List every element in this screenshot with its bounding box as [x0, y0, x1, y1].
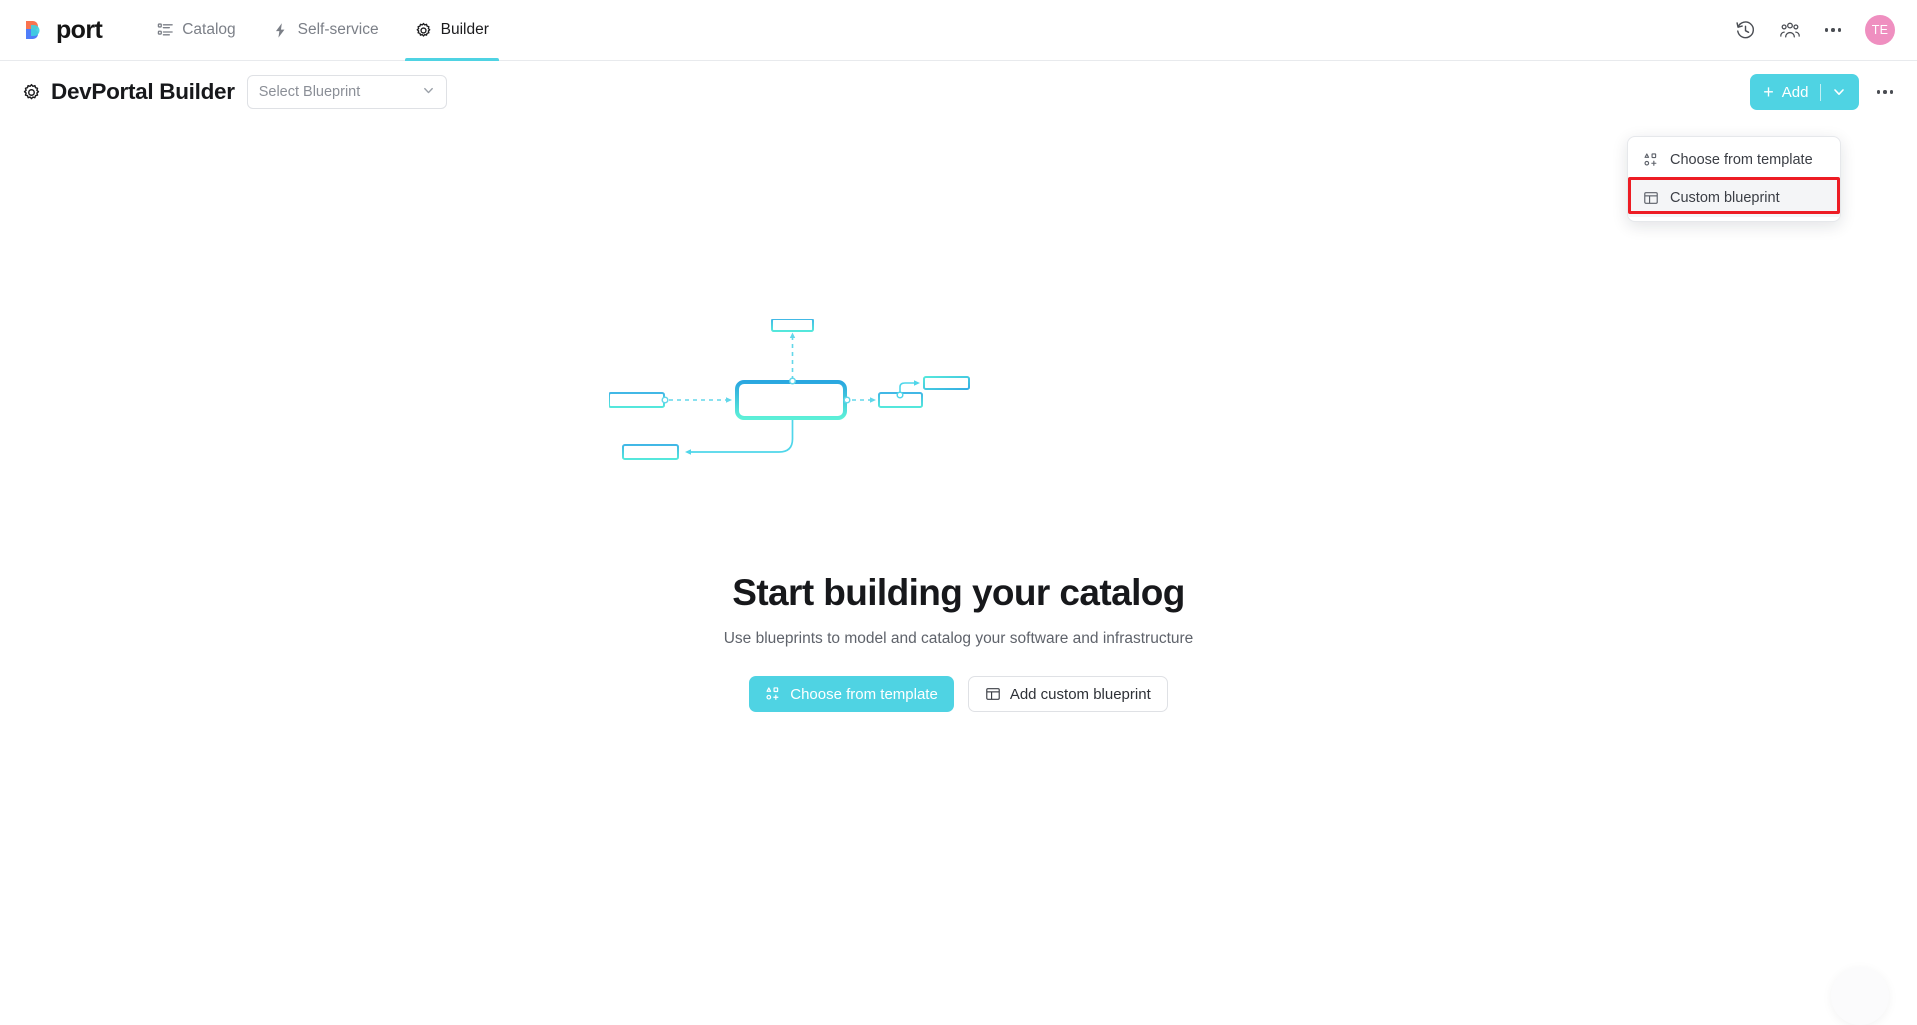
template-shapes-icon [765, 686, 781, 702]
template-shapes-icon [1642, 152, 1659, 169]
chevron-down-icon [422, 84, 435, 101]
choose-from-template-button[interactable]: Choose from template [749, 676, 954, 712]
page-header: DevPortal Builder Select Blueprint + Add [0, 61, 1917, 123]
page-header-actions: + Add [1750, 74, 1895, 110]
add-button[interactable]: + Add [1750, 74, 1858, 110]
plus-icon: + [1763, 83, 1774, 101]
nav-item-builder-label: Builder [441, 21, 489, 39]
nav-item-builder[interactable]: Builder [397, 0, 507, 61]
more-horizontal-icon[interactable] [1823, 22, 1844, 38]
blueprint-select-value: Select Blueprint [259, 84, 361, 100]
port-logo[interactable]: port [22, 0, 102, 60]
dropdown-item-choose-from-template[interactable]: Choose from template [1628, 141, 1840, 179]
add-button-label: Add [1782, 84, 1809, 101]
add-button-divider [1820, 84, 1821, 101]
blueprint-select[interactable]: Select Blueprint [247, 75, 447, 109]
main-content: Start building your catalog Use blueprin… [0, 123, 1917, 997]
add-custom-blueprint-button[interactable]: Add custom blueprint [968, 676, 1168, 712]
layout-panel-icon [1642, 190, 1659, 207]
add-dropdown-menu: Choose from template Custom blueprint [1627, 136, 1841, 222]
port-logo-mark [22, 17, 48, 43]
nav-item-catalog-label: Catalog [182, 21, 235, 39]
avatar[interactable]: TE [1865, 15, 1895, 45]
history-clock-icon[interactable] [1735, 19, 1757, 41]
list-icon [156, 21, 174, 39]
dropdown-item-choose-from-template-label: Choose from template [1670, 152, 1813, 168]
empty-state-subtitle: Use blueprints to model and catalog your… [724, 630, 1194, 648]
dropdown-item-custom-blueprint-label: Custom blueprint [1670, 190, 1780, 206]
lightning-icon [272, 21, 290, 39]
page-more-options-icon[interactable] [1875, 84, 1896, 100]
dropdown-item-custom-blueprint[interactable]: Custom blueprint [1628, 179, 1840, 217]
top-nav-actions: TE [1735, 15, 1896, 45]
page-title: DevPortal Builder [51, 79, 235, 105]
layout-panel-icon [985, 686, 1001, 702]
gear-icon [22, 83, 41, 102]
primary-nav: Catalog Self-service Builder [138, 0, 507, 61]
nav-item-self-service-label: Self-service [298, 21, 379, 39]
support-chat-bubble[interactable] [1831, 967, 1889, 1025]
blueprint-graph-illustration [609, 319, 1309, 544]
port-logo-text: port [56, 18, 102, 43]
top-navigation-bar: port Catalog Self-servi [0, 0, 1917, 61]
empty-state-headline: Start building your catalog [732, 572, 1185, 614]
nav-item-self-service[interactable]: Self-service [254, 0, 397, 61]
gear-icon [415, 21, 433, 39]
nav-item-catalog[interactable]: Catalog [138, 0, 253, 61]
choose-from-template-button-label: Choose from template [790, 686, 938, 703]
empty-state-actions: Choose from template Add custom blueprin… [749, 676, 1168, 712]
add-custom-blueprint-button-label: Add custom blueprint [1010, 686, 1151, 703]
chevron-down-icon[interactable] [1832, 85, 1846, 99]
users-group-icon[interactable] [1779, 19, 1801, 41]
